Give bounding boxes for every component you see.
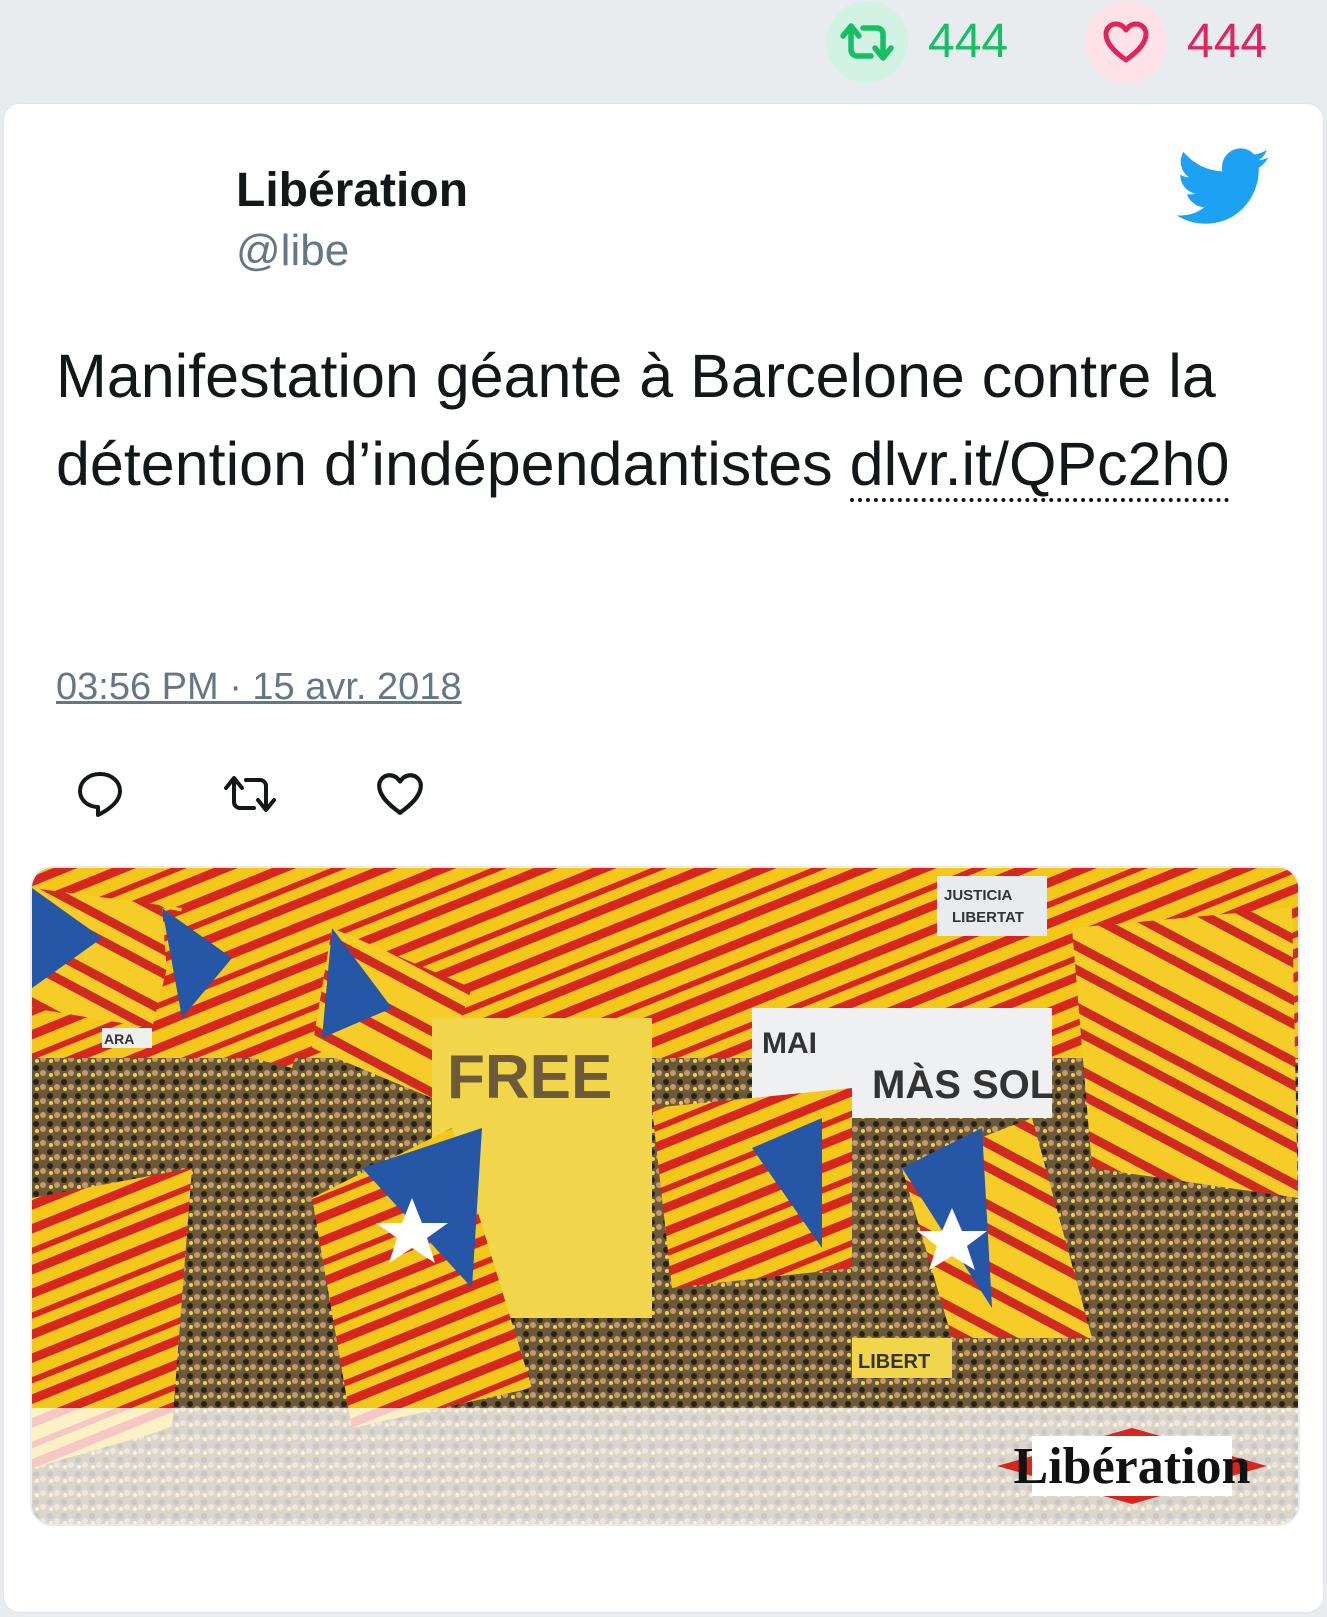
like-stat[interactable]: 444 xyxy=(1085,0,1267,84)
retweet-stat-icon xyxy=(826,1,908,83)
like-count: 444 xyxy=(1187,15,1268,68)
author-name[interactable]: Libération xyxy=(236,162,468,220)
retweet-stat[interactable]: 444 xyxy=(826,0,1008,84)
svg-text:LIBERT: LIBERT xyxy=(858,1351,930,1373)
svg-text:JUSTICIA: JUSTICIA xyxy=(944,887,1013,904)
tweet-timestamp[interactable]: 03:56 PM · 15 avr. 2018 xyxy=(56,666,462,709)
retweet-button[interactable] xyxy=(218,762,282,826)
svg-text:FREE: FREE xyxy=(447,1043,612,1112)
retweet-count: 444 xyxy=(928,15,1009,68)
svg-text:ARA: ARA xyxy=(104,1031,134,1047)
tweet-card: Libération @libe Manifestation géante à … xyxy=(4,104,1323,1612)
tweet-stats-bar: 444 444 xyxy=(0,0,1327,90)
svg-text:MÀS SOL: MÀS SOL xyxy=(872,1062,1054,1107)
author-handle[interactable]: @libe xyxy=(236,222,468,279)
tweet-media-image[interactable]: FREE MÀS SOL MAI JUSTICIA LIBERTAT LIBER… xyxy=(30,866,1300,1526)
svg-text:LIBERTAT: LIBERTAT xyxy=(952,909,1024,926)
author-block[interactable]: Libération @libe xyxy=(236,162,468,279)
protest-photo: FREE MÀS SOL MAI JUSTICIA LIBERTAT LIBER… xyxy=(32,868,1298,1524)
reply-icon xyxy=(78,772,122,817)
tweet-text: Manifestation géante à Barcelone contre … xyxy=(56,332,1276,508)
heart-icon xyxy=(377,773,423,815)
heart-stat-icon xyxy=(1085,1,1167,83)
tweet-link[interactable]: dlvr.it/QPc2h0 xyxy=(849,430,1230,502)
retweet-icon xyxy=(224,776,276,812)
svg-text:MAI: MAI xyxy=(762,1027,817,1060)
tweet-actions xyxy=(68,762,518,826)
media-logo-text: Libération xyxy=(1014,1438,1251,1495)
twitter-bird-icon[interactable] xyxy=(1177,148,1271,226)
like-button[interactable] xyxy=(368,762,432,826)
reply-button[interactable] xyxy=(68,762,132,826)
